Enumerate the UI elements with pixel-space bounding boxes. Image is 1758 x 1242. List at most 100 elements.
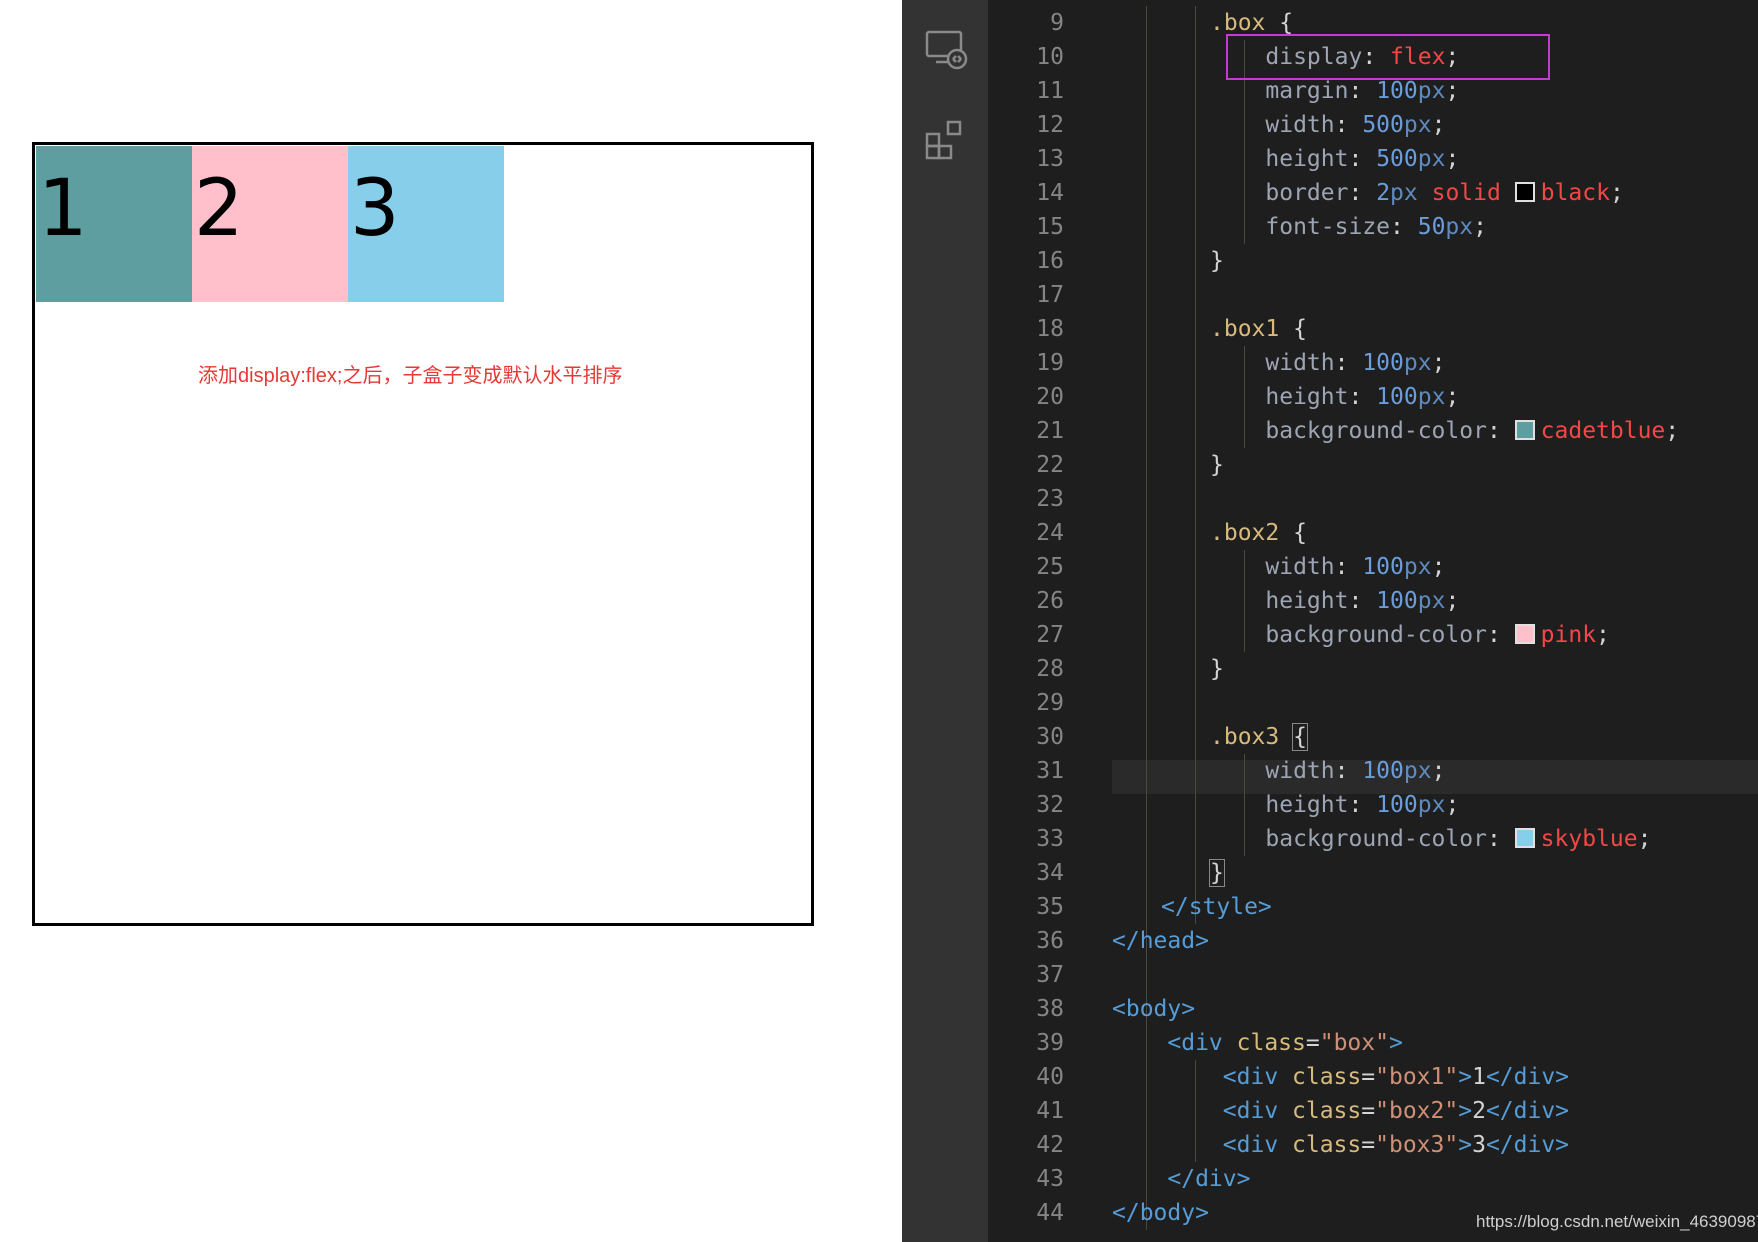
code-token: = [1305,1030,1320,1056]
code-token: px [1403,112,1432,138]
display-flex-highlight [1226,34,1550,80]
code-line[interactable]: 35 </style> [988,890,1758,924]
code-token: ; [1431,758,1446,784]
extensions-icon[interactable] [924,118,968,162]
code-token: : [1390,214,1418,240]
line-code: .box3 { [1210,720,1308,754]
child-box-3-label: 3 [350,164,400,254]
code-token: border [1210,180,1349,206]
code-line[interactable]: 24 .box2 { [988,516,1758,550]
child-box-2: 2 [192,146,348,302]
line-number: 12 [1036,112,1064,138]
line-number: 24 [1036,520,1064,546]
code-token: <div [1112,1064,1293,1090]
line-code: <body> [1112,992,1195,1026]
code-token: pink [1540,622,1597,648]
line-number: 33 [1036,826,1064,852]
code-line[interactable]: 14 border: 2px solid black; [988,176,1758,210]
line-code: </head> [1112,924,1209,958]
color-swatch[interactable] [1514,828,1535,848]
code-line[interactable]: 41 <div class="box2">2</div> [988,1094,1758,1128]
code-token: px [1417,146,1446,172]
code-line[interactable]: 12 width: 500px; [988,108,1758,142]
code-token: } [1210,248,1224,274]
code-line[interactable]: 28} [988,652,1758,686]
code-token: ; [1431,554,1446,580]
code-line[interactable]: 36 </head> [988,924,1758,958]
code-line[interactable]: 39 <div class="box"> [988,1026,1758,1060]
code-line[interactable]: 29 [988,686,1758,720]
line-number: 44 [1036,1200,1064,1226]
code-token: 500 [1376,146,1418,172]
line-code: } [1210,652,1224,686]
color-swatch[interactable] [1514,624,1535,644]
line-code: background-color: pink; [1210,618,1610,652]
activity-bar [902,0,988,1242]
code-line[interactable]: 26 height: 100px; [988,584,1758,618]
line-code: } [1210,244,1224,278]
code-line[interactable]: 19 width: 100px; [988,346,1758,380]
line-number: 26 [1036,588,1064,614]
code-token: : [1334,554,1363,580]
code-line[interactable]: 34} [988,856,1758,890]
code-line[interactable]: 42 <div class="box3">3</div> [988,1128,1758,1162]
code-token: : [1348,384,1377,410]
code-token: 100 [1362,758,1404,784]
code-token: width [1210,112,1335,138]
remote-explorer-icon[interactable] [924,28,968,72]
code-token: px [1390,180,1418,206]
line-number: 43 [1036,1166,1064,1192]
code-token: .box [1210,10,1266,36]
matched-bracket: { [1292,723,1308,751]
line-number: 29 [1036,690,1064,716]
code-token: px [1403,758,1432,784]
code-line[interactable]: 33 background-color: skyblue; [988,822,1758,856]
code-line[interactable]: 37 [988,958,1758,992]
code-line[interactable]: 31 width: 100px; [988,754,1758,788]
code-line[interactable]: 22} [988,448,1758,482]
code-token: { [1279,520,1307,546]
code-line[interactable]: 18 .box1 { [988,312,1758,346]
code-token: solid [1417,180,1515,206]
code-line[interactable]: 38 <body> [988,992,1758,1026]
code-token: : [1348,792,1377,818]
code-line[interactable]: 17 [988,278,1758,312]
code-token: "box" [1319,1030,1389,1056]
code-line[interactable]: 43 </div> [988,1162,1758,1196]
code-token: = [1361,1098,1376,1124]
code-token: 2 [1472,1098,1486,1124]
code-line[interactable]: 30 .box3 { [988,720,1758,754]
code-line[interactable]: 16} [988,244,1758,278]
line-number: 32 [1036,792,1064,818]
child-box-1: 1 [36,146,192,302]
code-line[interactable]: 32 height: 100px; [988,788,1758,822]
code-line[interactable]: 40 <div class="box1">1</div> [988,1060,1758,1094]
line-number: 20 [1036,384,1064,410]
code-token: > [1458,1064,1473,1090]
code-token: px [1403,554,1432,580]
code-line[interactable]: 15 font-size: 50px; [988,210,1758,244]
line-number: 23 [1036,486,1064,512]
code-token: background-color [1210,418,1487,444]
browser-preview: 1 2 3 添加display:flex;之后，子盒子变成默认水平排序 [0,0,902,1242]
line-code: height: 100px; [1210,788,1459,822]
line-number: 40 [1036,1064,1064,1090]
line-code: background-color: cadetblue; [1210,414,1679,448]
code-token: : [1486,826,1515,852]
line-number: 25 [1036,554,1064,580]
line-number: 21 [1036,418,1064,444]
code-token: black [1540,180,1610,206]
color-swatch[interactable] [1514,182,1535,202]
color-swatch[interactable] [1514,420,1535,440]
code-line[interactable]: 13 height: 500px; [988,142,1758,176]
code-editor[interactable]: 9 .box {10 display: flex; 11 margin: 100px… [988,0,1758,1242]
code-line[interactable]: 20 height: 100px; [988,380,1758,414]
code-line[interactable]: 25 width: 100px; [988,550,1758,584]
line-code: </body> [1112,1196,1209,1230]
flex-container-box: 1 2 3 [32,142,814,926]
code-line[interactable]: 27 background-color: pink; [988,618,1758,652]
line-number: 39 [1036,1030,1064,1056]
line-number: 27 [1036,622,1064,648]
code-line[interactable]: 23 [988,482,1758,516]
code-line[interactable]: 21 background-color: cadetblue; [988,414,1758,448]
